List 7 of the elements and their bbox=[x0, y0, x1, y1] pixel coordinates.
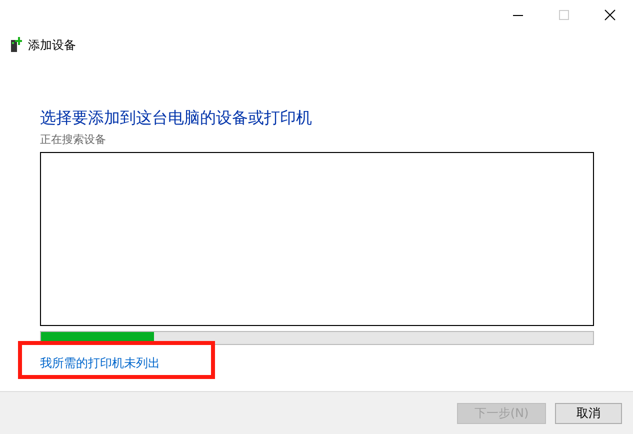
window-title: 添加设备 bbox=[28, 36, 76, 54]
cancel-button[interactable]: 取消 bbox=[555, 402, 622, 424]
printer-add-icon bbox=[10, 37, 22, 53]
printer-not-listed-link[interactable]: 我所需的打印机未列出 bbox=[40, 356, 160, 370]
close-icon[interactable] bbox=[604, 9, 616, 21]
heading: 选择要添加到这台电脑的设备或打印机 bbox=[40, 108, 313, 128]
status-text: 正在搜索设备 bbox=[40, 132, 107, 147]
